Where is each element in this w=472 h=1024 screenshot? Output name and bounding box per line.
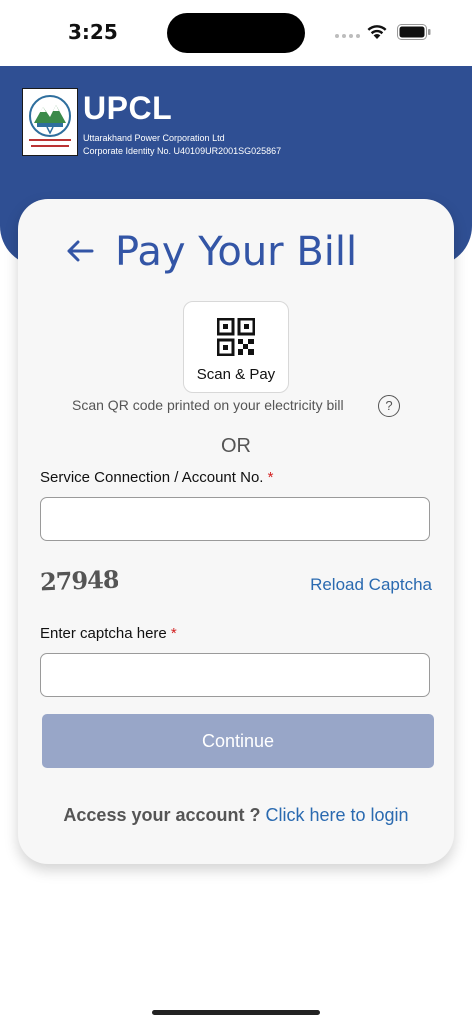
login-row: Access your account ? Click here to logi… bbox=[18, 805, 454, 826]
status-time: 3:25 bbox=[68, 20, 118, 44]
battery-icon bbox=[397, 24, 431, 40]
upcl-logo bbox=[22, 88, 78, 156]
account-number-label: Service Connection / Account No. * bbox=[40, 469, 273, 486]
screen: 3:25 UPCL Uttarakhand Power Corporation … bbox=[0, 0, 472, 1024]
account-number-input[interactable] bbox=[40, 497, 430, 541]
captcha-label: Enter captcha here * bbox=[40, 625, 177, 642]
back-arrow-icon bbox=[67, 240, 94, 262]
account-number-label-text: Service Connection / Account No. bbox=[40, 469, 264, 486]
reload-captcha-button[interactable]: Reload Captcha bbox=[310, 575, 432, 595]
or-divider: OR bbox=[221, 435, 251, 457]
home-indicator[interactable] bbox=[152, 1010, 320, 1015]
page-title: Pay Your Bill bbox=[115, 229, 358, 275]
login-link[interactable]: Click here to login bbox=[266, 805, 409, 825]
required-mark: * bbox=[170, 625, 177, 642]
cellular-signal-icon bbox=[335, 34, 360, 38]
scan-and-pay-button[interactable]: Scan & Pay bbox=[183, 301, 289, 393]
pay-bill-card: Pay Your Bill Scan & Pay Scan QR code pr… bbox=[18, 199, 454, 864]
brand-name: UPCL bbox=[83, 90, 173, 126]
captcha-input[interactable] bbox=[40, 653, 430, 697]
status-bar: 3:25 bbox=[0, 0, 472, 66]
brand-subtitle: Uttarakhand Power Corporation Ltd Corpor… bbox=[83, 132, 281, 158]
login-prompt: Access your account ? bbox=[63, 805, 261, 825]
captcha-text: 27948 bbox=[40, 565, 118, 597]
scan-hint-text: Scan QR code printed on your electricity… bbox=[72, 397, 344, 413]
qr-code-icon bbox=[217, 318, 255, 356]
dynamic-island bbox=[167, 13, 305, 53]
captcha-label-text: Enter captcha here bbox=[40, 625, 167, 642]
captcha-image: 27948 bbox=[40, 565, 118, 597]
scan-and-pay-label: Scan & Pay bbox=[196, 366, 276, 383]
back-button[interactable] bbox=[62, 235, 98, 267]
required-mark: * bbox=[267, 469, 274, 486]
continue-button[interactable]: Continue bbox=[42, 714, 434, 768]
wifi-icon bbox=[367, 25, 387, 39]
company-name: Uttarakhand Power Corporation Ltd bbox=[83, 133, 225, 143]
help-icon[interactable]: ? bbox=[378, 395, 400, 417]
corporate-id: Corporate Identity No. U40109UR2001SG025… bbox=[83, 146, 282, 156]
